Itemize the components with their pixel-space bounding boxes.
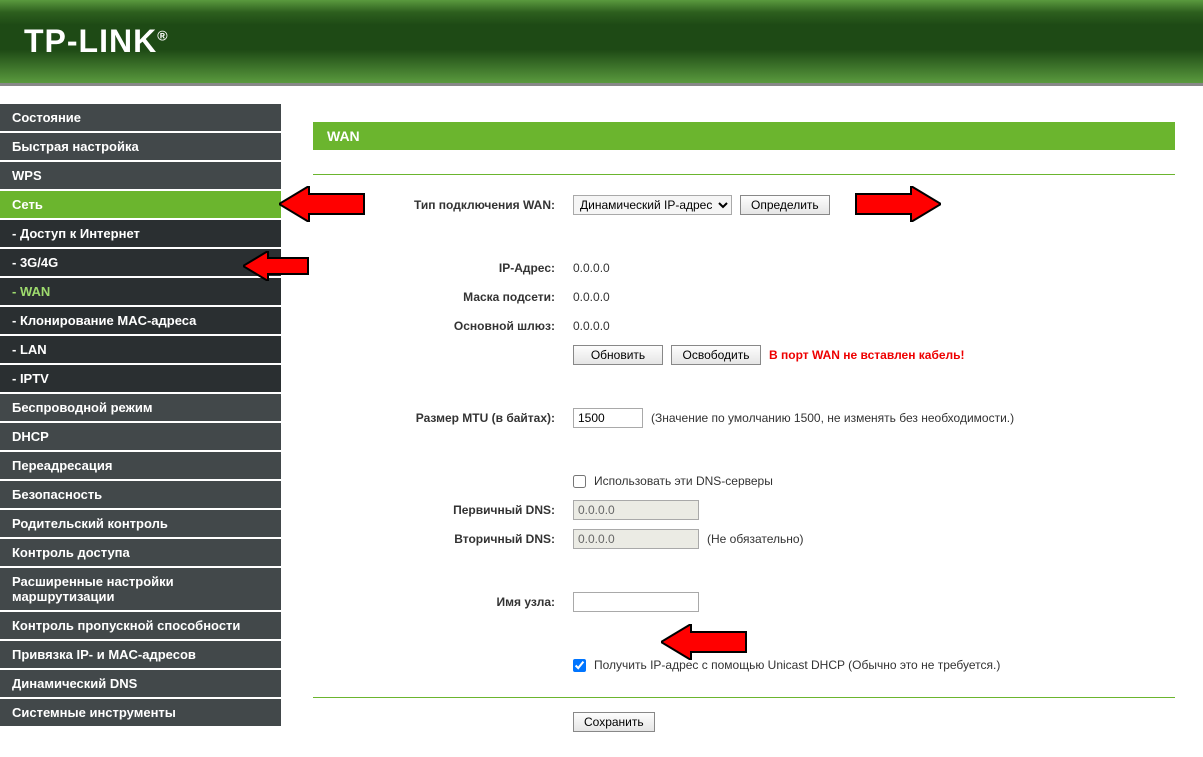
sidebar-item-wan[interactable]: - WAN xyxy=(0,278,281,307)
conn-type-label: Тип подключения WAN: xyxy=(313,198,573,212)
use-dns-checkbox[interactable] xyxy=(573,475,586,488)
sidebar-item-iptv[interactable]: - IPTV xyxy=(0,365,281,394)
unicast-label: Получить IP-адрес с помощью Unicast DHCP… xyxy=(594,658,1000,672)
host-label: Имя узла: xyxy=(313,595,573,609)
header: TP-LINK® xyxy=(0,0,1203,86)
divider-bottom xyxy=(313,697,1175,698)
gateway-label: Основной шлюз: xyxy=(313,319,573,333)
ip-label: IP-Адрес: xyxy=(313,261,573,275)
dns2-label: Вторичный DNS: xyxy=(313,532,573,546)
mtu-label: Размер MTU (в байтах): xyxy=(313,411,573,425)
mtu-hint: (Значение по умолчанию 1500, не изменять… xyxy=(651,411,1014,425)
logo: TP-LINK® xyxy=(24,23,169,60)
sidebar-item-wps[interactable]: WPS xyxy=(0,162,281,191)
dns2-hint: (Не обязательно) xyxy=(707,532,804,546)
sidebar-item-mac-clone[interactable]: - Клонирование MAC-адреса xyxy=(0,307,281,336)
cable-warning: В порт WAN не вставлен кабель! xyxy=(769,348,965,362)
sidebar-item-bandwidth[interactable]: Контроль пропускной способности xyxy=(0,612,281,641)
sidebar-item-ip-mac-binding[interactable]: Привязка IP- и MAC-адресов xyxy=(0,641,281,670)
sidebar-item-internet-access[interactable]: - Доступ к Интернет xyxy=(0,220,281,249)
main-content: WAN Тип подключения WAN: Динамический IP… xyxy=(281,86,1203,757)
sidebar-item-network[interactable]: Сеть xyxy=(0,191,281,220)
sidebar-item-ddns[interactable]: Динамический DNS xyxy=(0,670,281,699)
release-button[interactable]: Освободить xyxy=(671,345,761,365)
sidebar-item-security[interactable]: Безопасность xyxy=(0,481,281,510)
sidebar-item-forwarding[interactable]: Переадресация xyxy=(0,452,281,481)
use-dns-label: Использовать эти DNS-серверы xyxy=(594,474,773,488)
ip-value: 0.0.0.0 xyxy=(573,261,610,275)
sidebar-item-lan[interactable]: - LAN xyxy=(0,336,281,365)
page-title: WAN xyxy=(313,122,1175,150)
unicast-checkbox[interactable] xyxy=(573,659,586,672)
dns2-input[interactable] xyxy=(573,529,699,549)
sidebar-item-routing[interactable]: Расширенные настройки маршрутизации xyxy=(0,568,281,612)
mtu-input[interactable] xyxy=(573,408,643,428)
sidebar-item-status[interactable]: Состояние xyxy=(0,104,281,133)
refresh-button[interactable]: Обновить xyxy=(573,345,663,365)
mask-label: Маска подсети: xyxy=(313,290,573,304)
sidebar-item-parental[interactable]: Родительский контроль xyxy=(0,510,281,539)
gateway-value: 0.0.0.0 xyxy=(573,319,610,333)
divider xyxy=(313,174,1175,175)
save-button[interactable]: Сохранить xyxy=(573,712,655,732)
sidebar-item-3g4g[interactable]: - 3G/4G xyxy=(0,249,281,278)
sidebar-item-access-control[interactable]: Контроль доступа xyxy=(0,539,281,568)
sidebar-item-system-tools[interactable]: Системные инструменты xyxy=(0,699,281,728)
sidebar-item-dhcp[interactable]: DHCP xyxy=(0,423,281,452)
host-input[interactable] xyxy=(573,592,699,612)
sidebar-item-quicksetup[interactable]: Быстрая настройка xyxy=(0,133,281,162)
sidebar: Состояние Быстрая настройка WPS Сеть - Д… xyxy=(0,86,281,757)
dns1-label: Первичный DNS: xyxy=(313,503,573,517)
conn-type-select[interactable]: Динамический IP-адрес xyxy=(573,195,732,215)
dns1-input[interactable] xyxy=(573,500,699,520)
sidebar-item-wireless[interactable]: Беспроводной режим xyxy=(0,394,281,423)
mask-value: 0.0.0.0 xyxy=(573,290,610,304)
detect-button[interactable]: Определить xyxy=(740,195,830,215)
